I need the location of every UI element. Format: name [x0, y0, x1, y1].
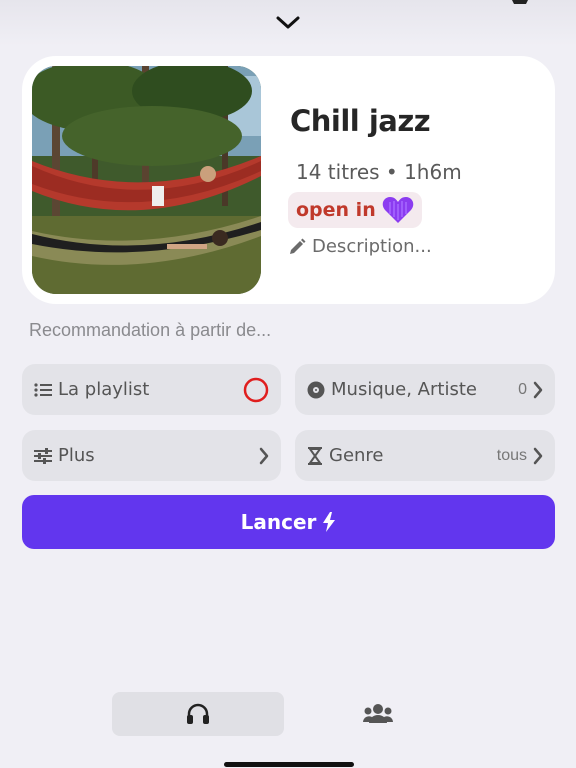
- open-in-label: open in: [296, 199, 376, 221]
- option-plus[interactable]: Plus: [22, 430, 281, 481]
- option-genre-label: Genre: [329, 445, 384, 466]
- launch-label: Lancer: [240, 510, 317, 534]
- recommendation-label: Recommandation à partir de...: [29, 320, 272, 340]
- partial-icon[interactable]: [508, 0, 532, 4]
- option-genre-value: tous: [496, 446, 527, 464]
- users-icon: [363, 704, 393, 723]
- playlist-cover-image[interactable]: [32, 66, 261, 294]
- home-indicator[interactable]: [224, 762, 354, 767]
- bolt-icon: [323, 512, 336, 532]
- sliders-icon: [34, 447, 52, 464]
- option-plus-label: Plus: [58, 445, 95, 466]
- chevron-right-icon: [533, 381, 543, 398]
- option-playlist-label: La playlist: [58, 379, 150, 400]
- open-in-button[interactable]: open in: [288, 192, 422, 228]
- chevron-right-icon: [533, 447, 543, 464]
- playlist-card: Chill jazz 14 titres • 1h6m open in Desc…: [22, 56, 555, 304]
- hourglass-icon: [308, 446, 322, 465]
- playlist-title: Chill jazz: [290, 104, 431, 138]
- tab-listen[interactable]: [112, 692, 284, 736]
- pencil-icon: [290, 238, 306, 254]
- description-label: Description...: [312, 236, 432, 257]
- playlist-meta: 14 titres • 1h6m: [296, 160, 462, 184]
- option-music-artist[interactable]: Musique, Artiste 0: [295, 364, 555, 415]
- option-playlist[interactable]: La playlist: [22, 364, 281, 415]
- list-icon: [34, 382, 52, 397]
- vinyl-icon: [307, 381, 325, 398]
- launch-button[interactable]: Lancer: [22, 495, 555, 549]
- headphones-icon: [187, 703, 209, 724]
- chevron-right-icon: [259, 447, 269, 464]
- purple-heart-icon: [382, 197, 413, 223]
- chevron-down-icon[interactable]: [275, 15, 301, 31]
- option-music-artist-label: Musique, Artiste: [331, 379, 477, 400]
- sheet-header: [0, 0, 576, 46]
- option-genre[interactable]: Genre tous: [295, 430, 555, 481]
- tab-community[interactable]: [352, 692, 404, 736]
- status-circle-icon: [243, 377, 269, 402]
- option-music-artist-count: 0: [518, 380, 527, 398]
- description-button[interactable]: Description...: [288, 236, 432, 257]
